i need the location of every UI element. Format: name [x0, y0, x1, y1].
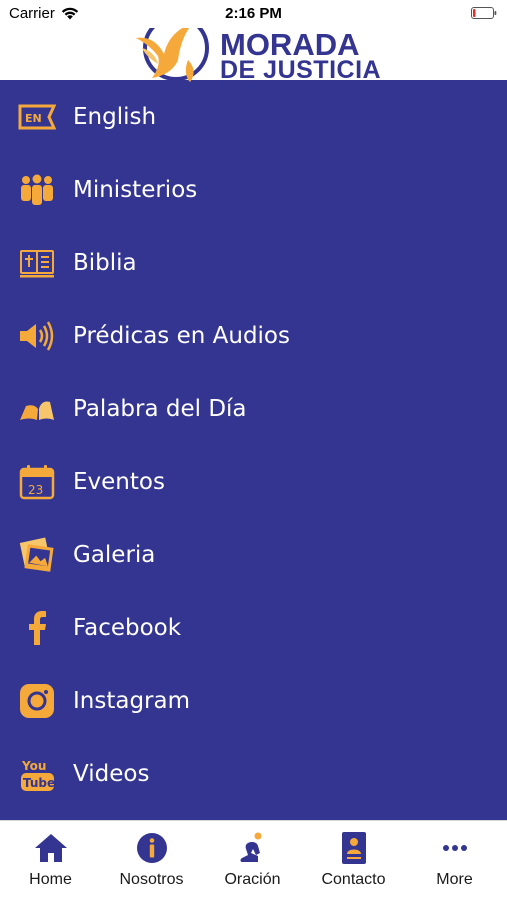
tab-label: Home [29, 871, 72, 888]
menu-label: English [73, 103, 157, 130]
youtube-icon: You Tube [18, 755, 56, 793]
tab-contacto[interactable]: Contacto [303, 821, 404, 900]
menu-label: Palabra del Día [73, 395, 247, 422]
status-bar: Carrier 2:16 PM [0, 0, 507, 28]
menu-item-biblia[interactable]: Biblia [0, 226, 507, 299]
speaker-icon [18, 317, 56, 355]
tab-label: Nosotros [119, 871, 184, 888]
menu-item-predicas-en-audios[interactable]: Prédicas en Audios [0, 299, 507, 372]
photo-gallery-icon [18, 536, 56, 574]
menu-label: Facebook [73, 614, 182, 641]
battery-icon [471, 7, 497, 19]
contact-book-icon [303, 831, 404, 865]
menu-item-eventos[interactable]: 23 Eventos [0, 445, 507, 518]
info-icon [101, 831, 202, 865]
tab-oracion[interactable]: Oración [202, 821, 303, 900]
menu-label: Instagram [73, 687, 191, 714]
menu-label: Galeria [73, 541, 156, 568]
menu-item-instagram[interactable]: Instagram [0, 664, 507, 737]
en-badge-text: EN [25, 112, 42, 125]
praying-person-icon [202, 831, 303, 865]
calendar-icon: 23 [18, 463, 56, 501]
tab-nosotros[interactable]: Nosotros [101, 821, 202, 900]
menu-item-videos[interactable]: You Tube Videos [0, 737, 507, 810]
en-language-icon: EN [18, 98, 56, 136]
tab-label: Oración [224, 871, 281, 888]
bible-icon [18, 244, 56, 282]
menu-label: Prédicas en Audios [73, 322, 290, 349]
logo-line-morada: MORADA [220, 27, 360, 62]
menu-label: Eventos [73, 468, 165, 495]
tab-more[interactable]: More [404, 821, 505, 900]
facebook-icon [18, 609, 56, 647]
bottom-tab-bar: Home Nosotros Oración Contacto More [0, 820, 507, 900]
youtube-you-text: You [21, 759, 46, 773]
menu-item-galeria[interactable]: Galeria [0, 518, 507, 591]
home-icon [0, 831, 101, 865]
menu-item-facebook[interactable]: Facebook [0, 591, 507, 664]
app-screen: Carrier 2:16 PM MORADA DE JUSTICIA MINIS… [0, 0, 507, 900]
side-menu: EN English Ministerios Biblia Prédicas e… [0, 80, 507, 820]
calendar-day-text: 23 [28, 483, 43, 497]
menu-label: Ministerios [73, 176, 198, 203]
instagram-icon [18, 682, 56, 720]
logo-wordmark: MORADA DE JUSTICIA MINISTRIES [220, 27, 382, 94]
clock: 2:16 PM [225, 5, 282, 22]
youtube-tube-text: Tube [23, 776, 55, 790]
menu-label: Videos [73, 760, 150, 787]
open-book-icon [18, 390, 56, 428]
tab-label: Contacto [321, 871, 386, 888]
people-group-icon [18, 171, 56, 209]
more-dots-icon [404, 831, 505, 865]
logo-line-de-justicia: DE JUSTICIA [220, 56, 382, 84]
tab-home[interactable]: Home [0, 821, 101, 900]
menu-item-palabra-del-dia[interactable]: Palabra del Día [0, 372, 507, 445]
tab-label: More [436, 871, 473, 888]
logo-line-ministries: MINISTRIES [220, 82, 368, 93]
menu-label: Biblia [73, 249, 137, 276]
menu-item-ministerios[interactable]: Ministerios [0, 153, 507, 226]
